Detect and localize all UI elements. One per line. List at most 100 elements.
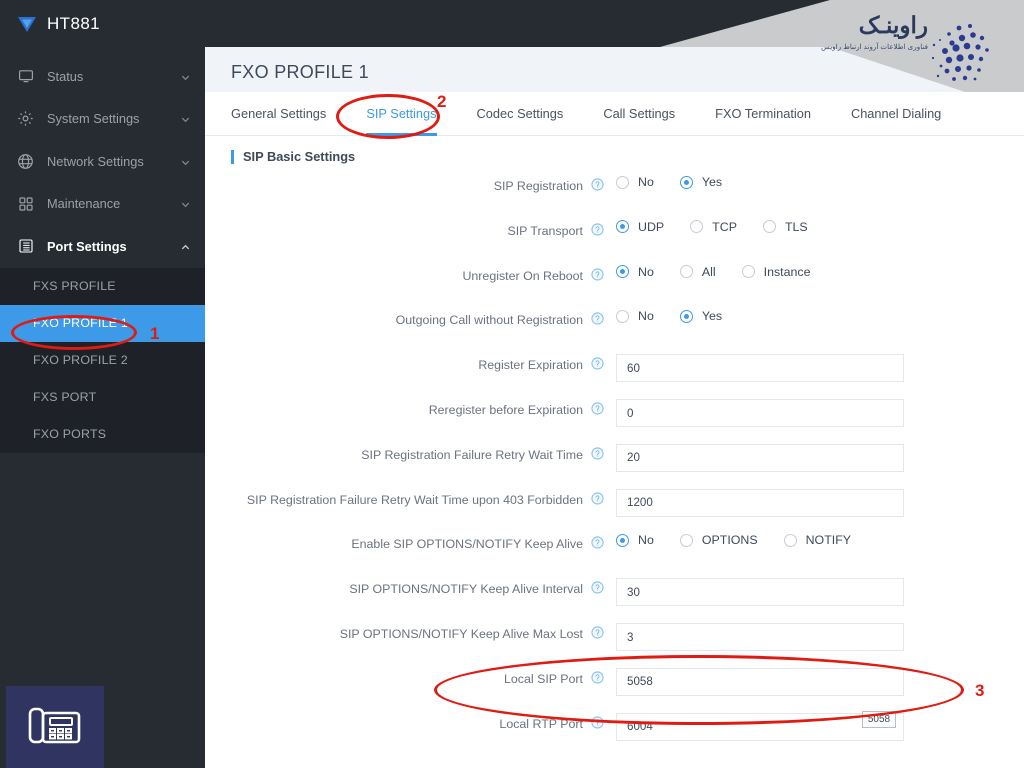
radio-group-sip-registration: No Yes (616, 175, 748, 189)
radio-option-outgoing-call-without-registration-no[interactable]: No (616, 309, 654, 323)
radio-indicator[interactable] (616, 220, 629, 234)
question-circle-icon[interactable]: ? (591, 357, 604, 370)
question-circle-icon[interactable]: ? (591, 626, 604, 639)
radio-label: Yes (701, 309, 723, 324)
question-circle-icon[interactable]: ? (591, 536, 604, 549)
sidebar-item-fxs-port[interactable]: FXS PORT (0, 379, 205, 416)
radio-option-sip-transport-udp[interactable]: UDP (616, 220, 664, 234)
tab-fxo-termination[interactable]: FXO Termination (715, 92, 811, 136)
question-circle-icon[interactable]: ? (591, 402, 604, 415)
radio-indicator[interactable] (616, 309, 629, 323)
radio-option-enable-sip-options-notify-keep-alive-notify[interactable]: NOTIFY (783, 533, 852, 548)
radio-group-sip-transport: UDP TCP TLS (616, 220, 834, 234)
radio-option-enable-sip-options-notify-keep-alive-no[interactable]: No (616, 533, 654, 547)
local-sip-port-field[interactable] (616, 667, 904, 696)
radio-indicator[interactable] (762, 220, 776, 234)
radio-indicator[interactable] (616, 533, 629, 547)
field-control-outgoing-call-without-registration: No Yes (616, 309, 748, 323)
question-circle-icon[interactable]: ? (591, 581, 604, 594)
sidebar: HT881 Status System Settings Network Set… (0, 0, 205, 768)
question-circle-icon[interactable]: ? (591, 447, 604, 460)
question-circle-icon[interactable]: ? (591, 178, 604, 191)
sidebar-item-system-settings[interactable]: System Settings (0, 98, 205, 141)
field-label-wrap: Enable SIP OPTIONS/NOTIFY Keep Alive? (205, 533, 604, 553)
sidebar-item-fxo-ports[interactable]: FXO PORTS (0, 416, 205, 453)
radio-indicator[interactable] (616, 265, 629, 279)
sip-registration-failure-retry-wait-time-field[interactable] (616, 443, 904, 472)
sip-options-notify-keep-alive-interval-field[interactable] (616, 578, 904, 607)
section-title: SIP Basic Settings (243, 149, 356, 164)
sidebar-nav: Status System Settings Network Settings … (0, 55, 205, 268)
sidebar-item-fxo-profile-2[interactable]: FXO PROFILE 2 (0, 342, 205, 379)
svg-text:?: ? (595, 539, 600, 548)
register-expiration-field[interactable] (616, 354, 904, 383)
radio-indicator[interactable] (679, 533, 693, 547)
field-label-wrap: Local SIP Port? (205, 668, 604, 688)
tab-sip-settings[interactable]: SIP Settings (366, 92, 437, 136)
field-label-wrap: Outgoing Call without Registration? (205, 309, 604, 329)
field-label-wrap: SIP Registration? (205, 175, 604, 195)
question-circle-icon[interactable]: ? (591, 716, 604, 729)
radio-indicator[interactable] (679, 175, 693, 189)
field-label-outgoing-call-without-registration: Outgoing Call without Registration (395, 313, 583, 328)
field-label-wrap: Reregister before Expiration? (205, 399, 604, 419)
form-row-sip-registration-failure-retry-wait-time: SIP Registration Failure Retry Wait Time… (205, 443, 1024, 489)
sidebar-item-network-settings[interactable]: Network Settings (0, 140, 205, 183)
radio-group-enable-sip-options-notify-keep-alive: No OPTIONS NOTIFY (616, 533, 877, 547)
play-triangle-logo-icon (16, 13, 38, 35)
radio-option-sip-transport-tcp[interactable]: TCP (690, 220, 737, 234)
radio-option-enable-sip-options-notify-keep-alive-options[interactable]: OPTIONS (679, 533, 758, 547)
monitor-icon (16, 67, 35, 86)
sip-options-notify-keep-alive-max-lost-field[interactable] (616, 623, 904, 651)
tab-codec-settings[interactable]: Codec Settings (477, 92, 564, 136)
svg-text:?: ? (595, 360, 600, 369)
radio-indicator[interactable] (616, 175, 629, 189)
tab-label: SIP Settings (366, 106, 437, 121)
radio-option-outgoing-call-without-registration-yes[interactable]: Yes (679, 309, 723, 324)
radio-label: No (638, 533, 654, 548)
tab-call-settings[interactable]: Call Settings (603, 92, 675, 136)
radio-option-unregister-on-reboot-instance[interactable]: Instance (741, 264, 811, 279)
radio-group-unregister-on-reboot: No All Instance (616, 265, 836, 279)
grid-squares-icon (16, 194, 35, 213)
question-circle-icon[interactable]: ? (591, 492, 604, 505)
question-circle-icon[interactable]: ? (591, 671, 604, 684)
question-circle-icon[interactable]: ? (591, 268, 604, 281)
field-label-wrap: SIP Registration Failure Retry Wait Time… (205, 444, 604, 464)
radio-label: NOTIFY (805, 533, 852, 548)
radio-indicator[interactable] (741, 265, 755, 279)
radio-indicator[interactable] (690, 220, 704, 234)
radio-option-unregister-on-reboot-no[interactable]: No (616, 265, 654, 279)
sidebar-item-status[interactable]: Status (0, 55, 205, 98)
form-row-sip-registration-failure-retry-wait-time-upon-403-forbidden: SIP Registration Failure Retry Wait Time… (205, 488, 1024, 534)
radio-option-sip-registration-yes[interactable]: Yes (679, 175, 722, 189)
field-control-sip-registration-failure-retry-wait-time-upon-403-forbidden (616, 488, 904, 517)
sidebar-item-fxo-profile-1[interactable]: FXO PROFILE 1 (0, 304, 205, 342)
local-rtp-port-field[interactable] (616, 712, 904, 741)
sidebar-item-port-settings[interactable]: Port Settings (0, 225, 205, 268)
question-circle-icon[interactable]: ? (591, 223, 604, 236)
radio-option-sip-transport-tls[interactable]: TLS (762, 220, 808, 234)
svg-text:?: ? (595, 404, 600, 413)
field-label-register-expiration: Register Expiration (478, 358, 583, 373)
radio-indicator[interactable] (783, 533, 797, 547)
radio-option-sip-registration-no[interactable]: No (616, 175, 654, 189)
settings-form: SIP Registration? No Yes SIP Transport? UDP T… (205, 175, 1024, 768)
field-label-local-sip-port: Local SIP Port (504, 671, 583, 686)
tab-label: Call Settings (603, 106, 676, 121)
sip-registration-failure-retry-wait-time-upon-403-forbidden-field[interactable] (616, 488, 904, 517)
field-control-sip-registration-failure-retry-wait-time (616, 443, 904, 472)
watermark-logo-text: راوینـک فناوری اطلاعات آروند ارتباط راوی… (821, 14, 929, 52)
sidebar-item-fxs-profile[interactable]: FXS PROFILE (0, 268, 205, 305)
radio-indicator[interactable] (679, 309, 693, 323)
radio-label: No (638, 175, 654, 189)
radio-indicator[interactable] (679, 265, 693, 279)
reregister-before-expiration-field[interactable] (616, 399, 904, 427)
radio-option-unregister-on-reboot-all[interactable]: All (679, 265, 716, 279)
question-circle-icon[interactable]: ? (591, 312, 604, 325)
radio-label: Instance (763, 264, 811, 279)
tab-channel-dialing[interactable]: Channel Dialing (851, 92, 941, 136)
radio-label: TCP (712, 219, 737, 234)
sidebar-item-maintenance[interactable]: Maintenance (0, 183, 205, 226)
tab-general-settings[interactable]: General Settings (231, 92, 326, 136)
